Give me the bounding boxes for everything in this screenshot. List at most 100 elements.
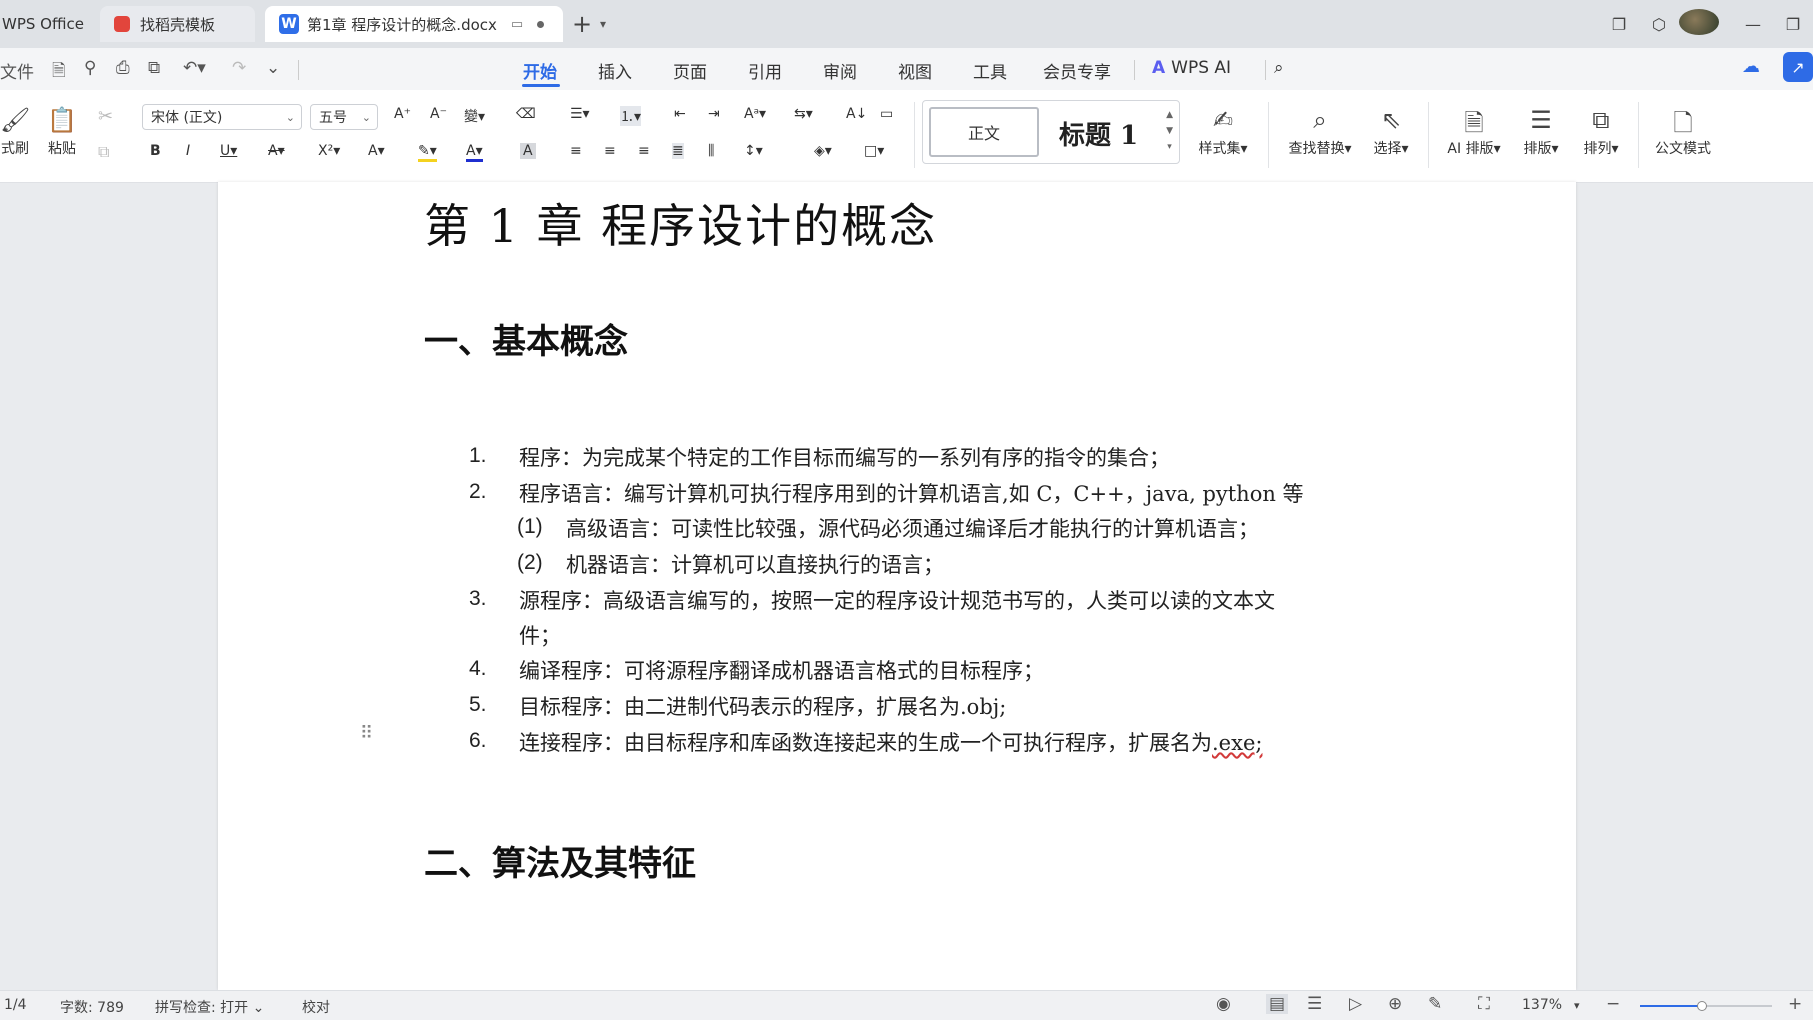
list-item: 源程序：高级语言编写的，按照一定的程序设计规范书写的，人类可以读的文本文 <box>519 589 1275 613</box>
menu-wps-ai[interactable]: A WPS AI <box>1152 58 1231 78</box>
superscript-icon[interactable]: X²▾ <box>318 143 340 159</box>
share-button[interactable]: ↗ <box>1783 52 1813 82</box>
style-normal[interactable]: 正文 <box>929 107 1039 157</box>
distribute-icon[interactable]: ⫼ <box>708 143 714 159</box>
zoom-slider[interactable] <box>1640 1001 1772 1011</box>
tab-list-chevron-icon[interactable]: ▾ <box>600 17 606 31</box>
undo-icon[interactable]: ↶▾ <box>183 58 206 78</box>
show-marks-icon[interactable]: ▭ <box>880 106 893 122</box>
phonetic-guide-icon[interactable]: 變▾ <box>464 106 485 126</box>
restore-icon[interactable]: ❐ <box>1773 15 1813 34</box>
menu-tab-page[interactable]: 页面 <box>673 58 707 83</box>
italic-icon[interactable]: I <box>186 143 190 159</box>
zoom-out-icon[interactable]: − <box>1606 994 1620 1014</box>
menu-tab-member[interactable]: 会员专享 <box>1043 58 1111 83</box>
line-break-icon[interactable]: ⇆▾ <box>794 106 813 122</box>
menu-tab-insert[interactable]: 插入 <box>598 58 632 83</box>
quick-access-chevron-icon[interactable]: ⌄ <box>266 58 280 78</box>
strikethrough-icon[interactable]: A▾ <box>268 143 285 159</box>
minimize-icon[interactable]: — <box>1733 15 1773 34</box>
cube-icon[interactable]: ⬡ <box>1639 15 1679 34</box>
highlight-icon[interactable]: ✎▾ <box>418 143 437 162</box>
format-painter-button[interactable]: 🖌 式刷 <box>0 106 30 158</box>
decrease-indent-icon[interactable]: ⇤ <box>674 106 686 122</box>
new-tab-plus-icon[interactable]: + <box>572 10 592 38</box>
tab-document[interactable]: W 第1章 程序设计的概念.docx ▭ <box>265 6 563 42</box>
tab-docer-templates[interactable]: 找稻壳模板 <box>100 6 255 42</box>
menu-tab-tools[interactable]: 工具 <box>973 58 1007 83</box>
share-link-icon[interactable]: ⚲ <box>84 58 96 78</box>
print-icon[interactable]: ⎙ <box>116 58 130 78</box>
menu-tab-references[interactable]: 引用 <box>748 58 782 83</box>
drag-handle-icon[interactable]: ⠿ <box>360 725 373 743</box>
word-count[interactable]: 字数: 789 <box>60 997 124 1017</box>
borders-icon[interactable]: □▾ <box>864 143 884 159</box>
char-shading-icon[interactable]: A <box>520 143 536 159</box>
sort-icon[interactable]: A↓ <box>846 106 867 122</box>
zoom-slider-knob[interactable] <box>1697 1001 1708 1011</box>
shading-icon[interactable]: ◈▾ <box>814 143 832 159</box>
menu-tab-view[interactable]: 视图 <box>898 58 932 83</box>
play-icon[interactable]: ▷ <box>1349 994 1362 1014</box>
unsaved-dot-icon[interactable] <box>537 20 545 28</box>
font-name-select[interactable]: 宋体 (正文) ⌄ <box>142 104 302 130</box>
zoom-menu-chevron-icon[interactable]: ▾ <box>1574 999 1580 1012</box>
find-replace-button[interactable]: ⌕ 查找替换▾ <box>1280 106 1360 158</box>
zoom-level[interactable]: 137% <box>1522 997 1562 1013</box>
official-mode-button[interactable]: 🗋 公文模式 <box>1648 106 1718 158</box>
font-size-select[interactable]: 五号 ⌄ <box>310 104 378 130</box>
style-heading-1[interactable]: 标题 1 <box>1059 115 1138 152</box>
justify-icon[interactable]: ≣ <box>672 143 684 159</box>
bullets-icon[interactable]: ☰▾ <box>570 106 590 122</box>
tab-wps-office[interactable]: WPS Office <box>0 6 97 42</box>
grow-font-icon[interactable]: A⁺ <box>394 106 411 122</box>
underline-icon[interactable]: U▾ <box>220 143 237 159</box>
spell-check-toggle[interactable]: 拼写检查: 打开 ⌄ <box>155 997 264 1017</box>
search-icon[interactable]: ⌕ <box>1274 58 1284 78</box>
save-icon[interactable]: 🗎 <box>52 58 66 87</box>
fit-window-icon[interactable]: ⛶ <box>1478 994 1490 1014</box>
tab-manager-icon[interactable]: ❐ <box>1599 15 1639 34</box>
font-name-value: 宋体 (正文) <box>151 110 223 126</box>
cloud-upload-icon[interactable]: ☁ <box>1742 56 1760 77</box>
pen-icon[interactable]: ✎ <box>1428 994 1442 1014</box>
outline-view-icon[interactable]: ☰ <box>1307 994 1322 1014</box>
tab-preview-icon[interactable]: ▭ <box>511 17 523 32</box>
layout-button[interactable]: ☰ 排版▾ <box>1514 106 1568 158</box>
align-right-icon[interactable]: ≡ <box>638 143 650 159</box>
cut-icon[interactable]: ✂ <box>98 106 113 127</box>
spelling-error-mark[interactable]: .exe; <box>1212 731 1262 755</box>
bold-icon[interactable]: B <box>150 143 161 159</box>
numbering-icon[interactable]: ⒈▾ <box>620 106 642 126</box>
arrange-button[interactable]: ⧉ 排列▾ <box>1574 106 1628 158</box>
copy-icon[interactable]: ⧉ <box>98 142 109 162</box>
line-spacing-icon[interactable]: ↕▾ <box>744 143 763 159</box>
zoom-in-icon[interactable]: + <box>1788 994 1802 1014</box>
shrink-font-icon[interactable]: A⁻ <box>430 106 447 122</box>
clear-format-icon[interactable]: ⌫ <box>516 106 536 122</box>
web-view-icon[interactable]: ⊕ <box>1388 994 1402 1014</box>
eye-protection-icon[interactable]: ◉ <box>1216 994 1231 1014</box>
select-button[interactable]: ⇖ 选择▾ <box>1366 106 1416 158</box>
font-color-icon[interactable]: A▾ <box>466 143 483 162</box>
align-left-icon[interactable]: ≡ <box>570 143 582 159</box>
paste-button[interactable]: 📋 粘贴 <box>38 106 86 158</box>
page-view-icon[interactable]: ▤ <box>1266 994 1289 1014</box>
list-number: 2. <box>469 480 487 503</box>
avatar[interactable] <box>1679 9 1719 39</box>
align-center-icon[interactable]: ≡ <box>604 143 616 159</box>
page-indicator[interactable]: 1/4 <box>4 997 27 1013</box>
style-set-button[interactable]: ✍ 样式集▾ <box>1188 106 1258 158</box>
increase-indent-icon[interactable]: ⇥ <box>708 106 720 122</box>
text-effect-icon[interactable]: A▾ <box>368 143 385 159</box>
section-heading-2: 二、算法及其特征 <box>424 844 696 884</box>
text-direction-icon[interactable]: Aᵃ▾ <box>744 106 766 122</box>
print-preview-icon[interactable]: ⧉ <box>148 58 160 78</box>
ai-layout-button[interactable]: 🗎 AI 排版▾ <box>1440 106 1508 158</box>
proofread-button[interactable]: 校对 <box>302 997 330 1017</box>
menu-tab-home[interactable]: 开始 <box>523 58 557 83</box>
menu-tab-review[interactable]: 审阅 <box>823 58 857 83</box>
style-scroll-icon[interactable]: ▲ ▼ ▾ <box>1166 107 1173 155</box>
redo-icon[interactable]: ↷ <box>232 58 246 78</box>
menu-file[interactable]: 文件 <box>0 58 34 83</box>
